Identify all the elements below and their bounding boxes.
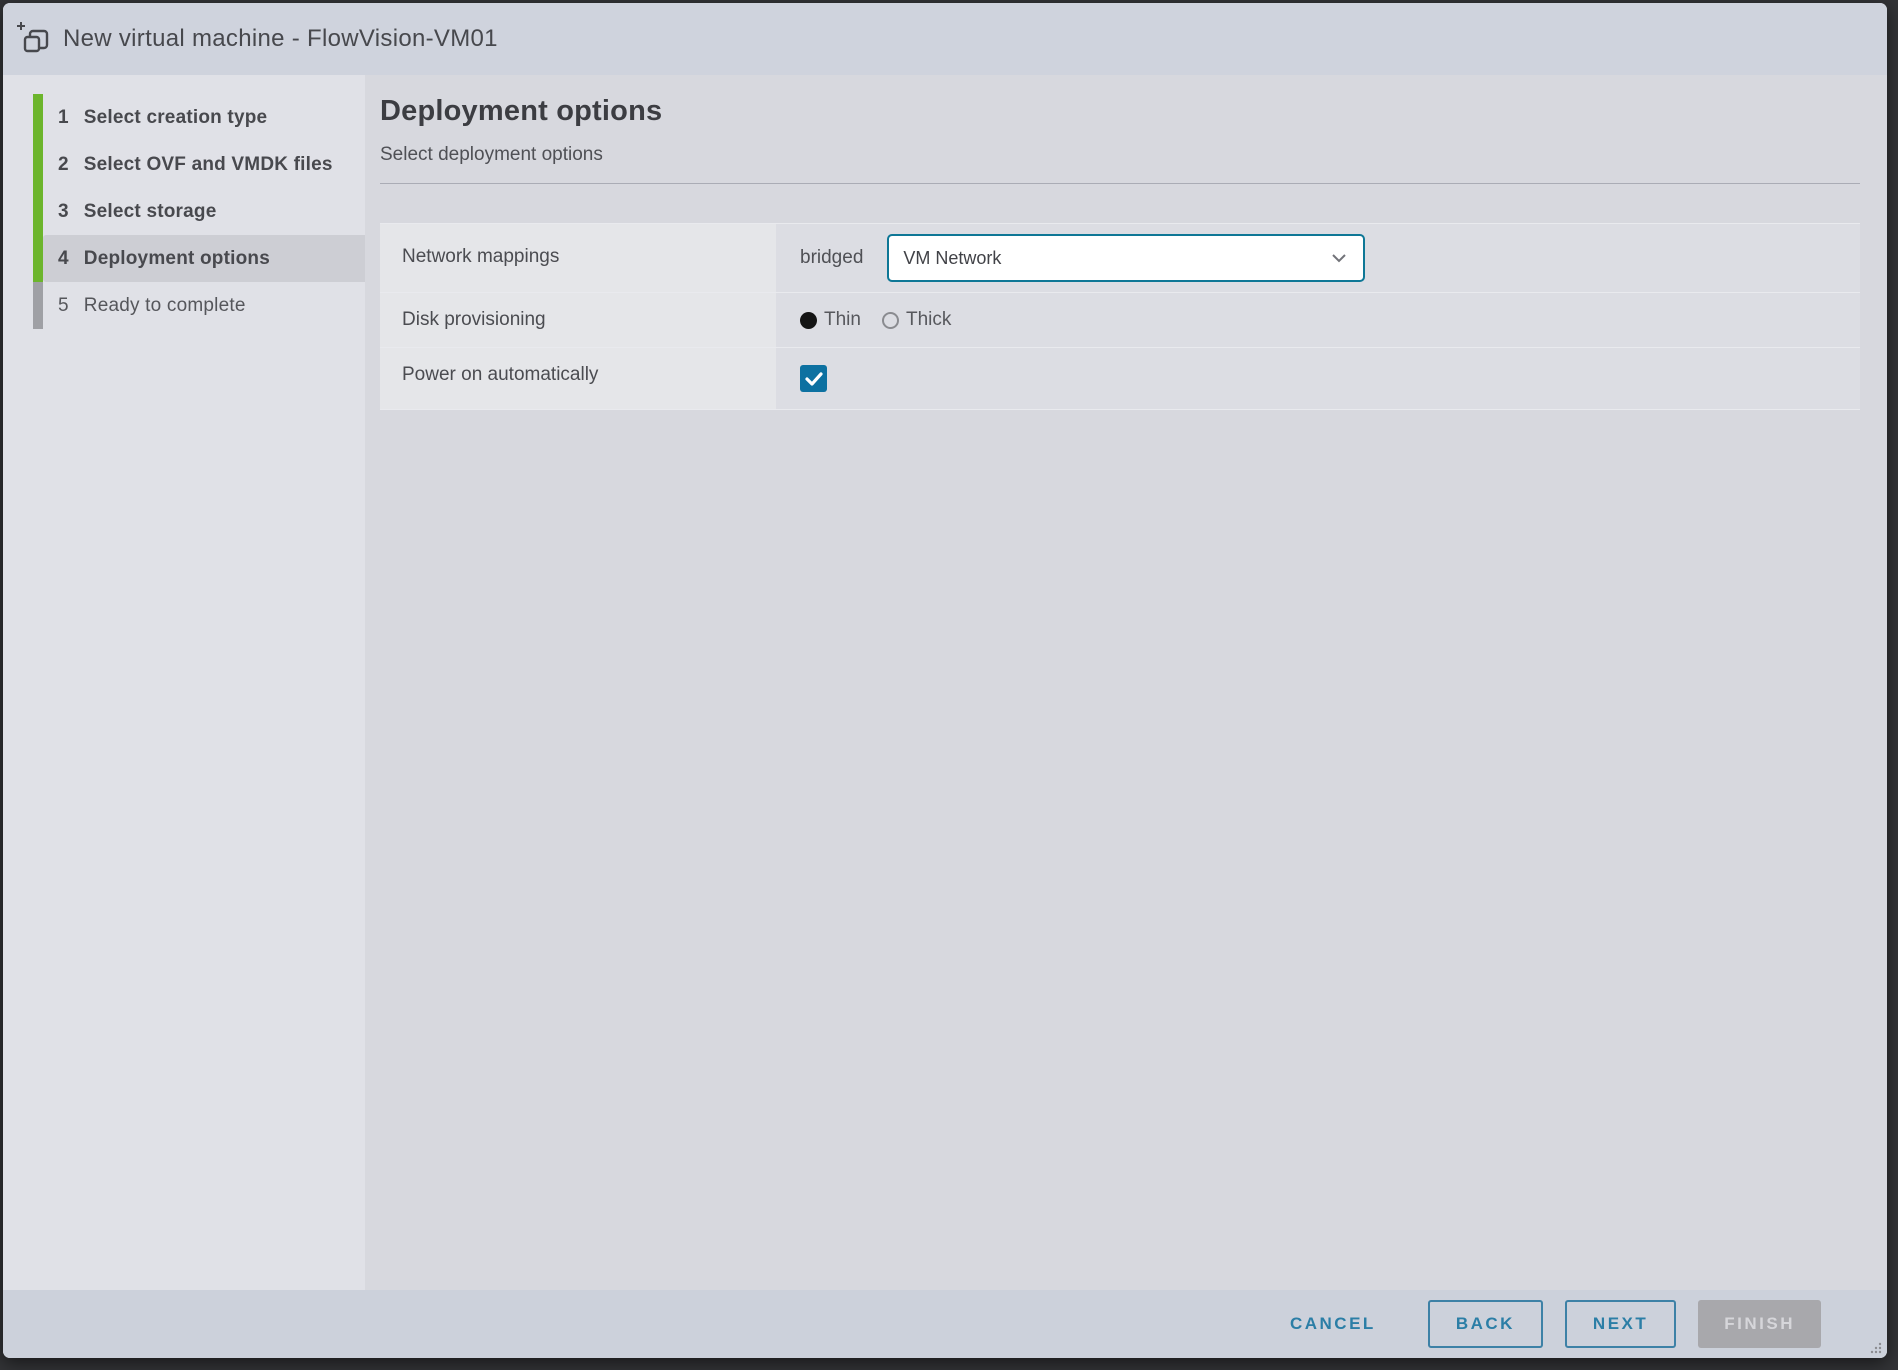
deployment-options-form: Network mappings bridged VM Network [380, 223, 1860, 410]
power-on-checkbox[interactable] [800, 365, 827, 392]
chevron-down-icon [1331, 253, 1347, 263]
disk-provisioning-label: Disk provisioning [380, 293, 776, 347]
power-on-label: Power on automatically [380, 348, 776, 409]
wizard-step-select-ovf-vmdk[interactable]: 2 Select OVF and VMDK files [3, 141, 365, 188]
step-progress-bar [33, 235, 43, 282]
network-select[interactable]: VM Network [887, 234, 1365, 282]
step-number: 3 [58, 201, 69, 223]
resize-handle[interactable] [1868, 1340, 1882, 1354]
dialog-title: New virtual machine - FlowVision-VM01 [63, 25, 498, 53]
step-progress-bar [33, 141, 43, 188]
wizard-steps-sidebar: 1 Select creation type 2 Select OVF and … [3, 75, 365, 1290]
thick-radio-label: Thick [906, 309, 951, 331]
wizard-step-select-storage[interactable]: 3 Select storage [3, 188, 365, 235]
step-label: Select OVF and VMDK files [84, 154, 333, 176]
checkmark-icon [805, 372, 823, 386]
finish-button[interactable]: FINISH [1698, 1300, 1821, 1348]
disk-provisioning-row: Disk provisioning Thin Thick [380, 293, 1860, 348]
step-number: 5 [58, 295, 69, 317]
thin-radio[interactable] [800, 312, 817, 329]
new-vm-icon [17, 19, 53, 59]
wizard-step-ready-to-complete[interactable]: 5 Ready to complete [3, 282, 365, 329]
wizard-step-select-creation-type[interactable]: 1 Select creation type [3, 94, 365, 141]
thin-radio-label: Thin [824, 309, 861, 331]
next-button[interactable]: NEXT [1565, 1300, 1676, 1348]
back-button[interactable]: BACK [1428, 1300, 1543, 1348]
step-label: Ready to complete [84, 295, 246, 317]
step-number: 1 [58, 107, 69, 129]
step-progress-bar [33, 282, 43, 329]
network-select-value: VM Network [903, 248, 1001, 269]
network-source-label: bridged [800, 247, 863, 269]
step-number: 2 [58, 154, 69, 176]
dialog-titlebar: New virtual machine - FlowVision-VM01 [3, 3, 1887, 75]
page-subtitle: Select deployment options [380, 144, 1860, 166]
step-label: Select storage [84, 201, 217, 223]
new-vm-wizard-dialog: New virtual machine - FlowVision-VM01 1 … [3, 3, 1887, 1358]
backdrop: New virtual machine - FlowVision-VM01 1 … [0, 0, 1898, 1370]
step-number: 4 [58, 248, 69, 270]
header-divider [380, 183, 1860, 184]
step-progress-bar [33, 188, 43, 235]
power-on-row: Power on automatically [380, 348, 1860, 410]
cancel-button[interactable]: CANCEL [1272, 1302, 1394, 1346]
step-progress-bar [33, 94, 43, 141]
wizard-step-deployment-options[interactable]: 4 Deployment options [3, 235, 365, 282]
network-mappings-label: Network mappings [380, 224, 776, 292]
step-label: Deployment options [84, 248, 270, 270]
thick-radio[interactable] [882, 312, 899, 329]
network-mappings-row: Network mappings bridged VM Network [380, 224, 1860, 293]
step-label: Select creation type [84, 107, 268, 129]
page-title: Deployment options [380, 95, 1860, 128]
step-content-panel: Deployment options Select deployment opt… [365, 75, 1887, 1290]
dialog-footer: CANCEL BACK NEXT FINISH [3, 1290, 1887, 1358]
disk-provisioning-radio-group: Thin Thick [800, 309, 951, 331]
